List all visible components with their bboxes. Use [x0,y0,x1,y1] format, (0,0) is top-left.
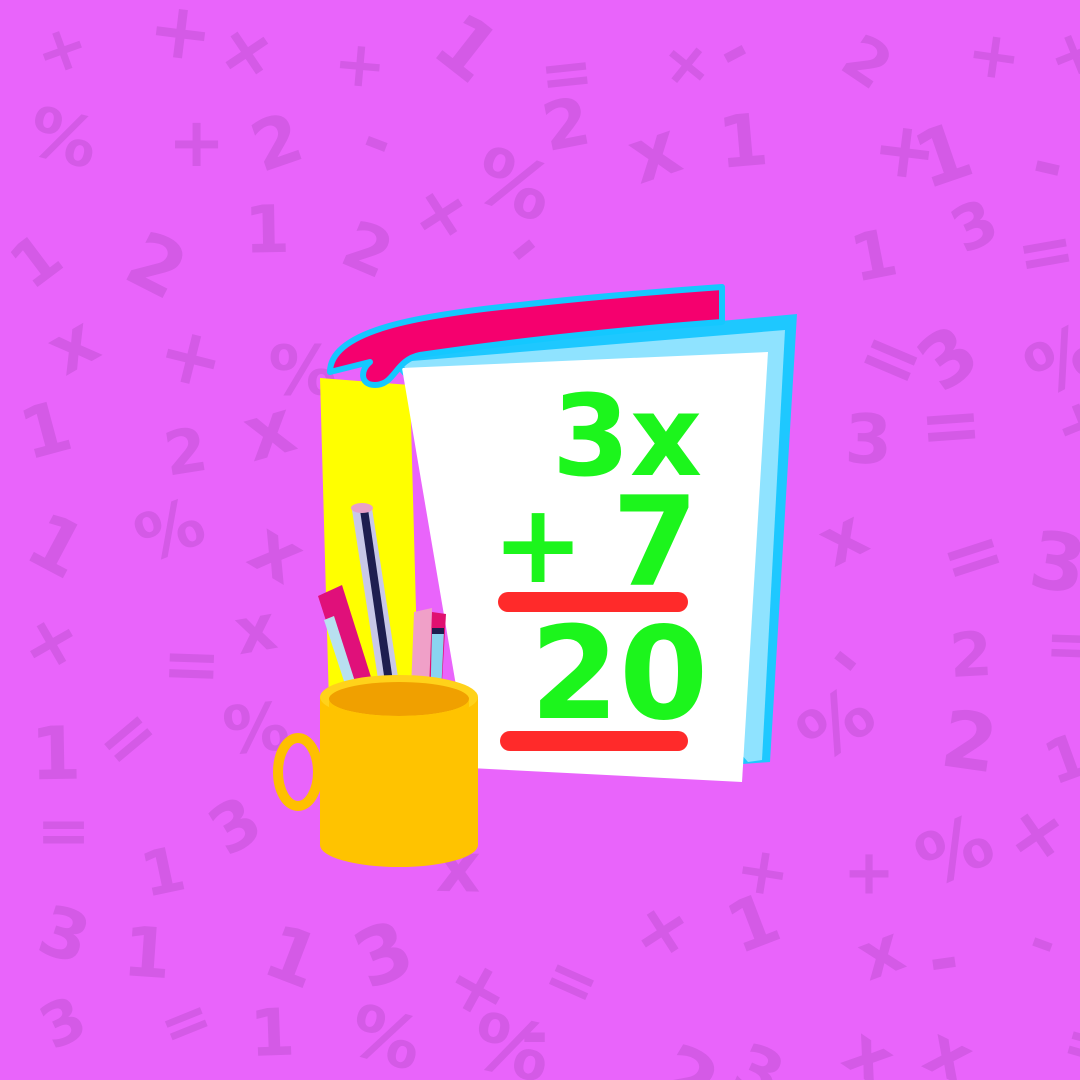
equation-operator: + [492,480,584,608]
mug-handle [273,733,323,811]
mug [273,675,478,867]
equation-result: 20 [530,600,708,749]
equation-bar-bottom [500,731,688,751]
math-book-and-mug: 3x + 7 20 [273,284,797,867]
illustration: + + + +1 = + -2 + +% +2-% 2 x 1 +1-1 2 1 2 + -1 3 = x +% = 3% 1 2 x… [0,0,1080,1080]
